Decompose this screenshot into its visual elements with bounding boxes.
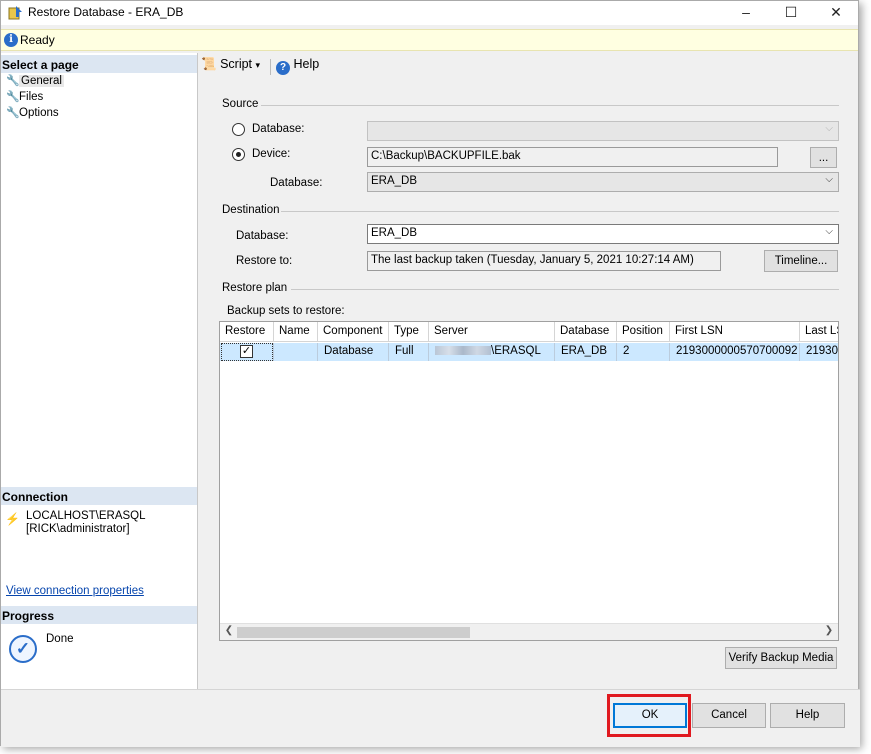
- page-item-options[interactable]: 🔧Options: [6, 106, 59, 122]
- column-header-database[interactable]: Database: [555, 322, 617, 342]
- status-text: Ready: [20, 33, 55, 47]
- column-header-restore[interactable]: Restore: [220, 322, 274, 342]
- divider: [261, 105, 839, 106]
- status-bar: i Ready: [1, 29, 858, 51]
- restore-checkbox[interactable]: ✓: [240, 345, 253, 358]
- backup-sets-grid[interactable]: Restore Name Component Type Server Datab…: [219, 321, 839, 641]
- left-pane: Select a page 🔧General 🔧Files 🔧Options C…: [1, 53, 198, 689]
- title-bar: Restore Database - ERA_DB – ☐ ✕: [1, 1, 858, 25]
- select-page-header: Select a page: [1, 55, 197, 73]
- device-radio[interactable]: [232, 148, 245, 161]
- source-database-dropdown-value: ERA_DB: [371, 175, 418, 187]
- wrench-icon: 🔧: [6, 107, 20, 119]
- chevron-down-icon: ⌵: [825, 174, 833, 185]
- help-toolbar-button[interactable]: ? Help: [276, 57, 319, 75]
- wrench-icon: 🔧: [6, 75, 20, 87]
- database-restore-icon: [8, 6, 22, 20]
- connection-server: LOCALHOST\ERASQL: [26, 510, 146, 522]
- device-path-field[interactable]: C:\Backup\BACKUPFILE.bak: [367, 147, 778, 167]
- chevron-down-icon: ⌵: [825, 123, 833, 134]
- cancel-button[interactable]: Cancel: [692, 703, 766, 728]
- script-button[interactable]: 📜 Script ▾: [201, 57, 260, 72]
- column-header-component[interactable]: Component: [318, 322, 389, 342]
- maximize-button[interactable]: ☐: [768, 1, 814, 25]
- source-database-dropdown[interactable]: ERA_DB ⌵: [367, 172, 839, 192]
- restore-database-window: Restore Database - ERA_DB – ☐ ✕ i Ready …: [0, 0, 860, 747]
- column-header-server[interactable]: Server: [429, 322, 555, 342]
- ok-highlight-box: [607, 694, 691, 737]
- help-label: Help: [293, 57, 320, 71]
- component-cell: Database: [318, 343, 389, 361]
- column-header-name[interactable]: Name: [274, 322, 318, 342]
- source-database-select[interactable]: ⌵: [367, 121, 839, 141]
- page-item-files[interactable]: 🔧Files: [6, 90, 43, 106]
- help-icon: ?: [276, 61, 290, 75]
- help-button[interactable]: Help: [770, 703, 845, 728]
- page-item-label: Options: [19, 107, 59, 119]
- connection-header: Connection: [1, 487, 197, 505]
- table-row[interactable]: ✓ Database Full \ERASQL ERA_DB 2 2193000…: [220, 343, 838, 361]
- toolbar-separator: [270, 59, 271, 75]
- server-cell-text: \ERASQL: [491, 345, 541, 357]
- script-icon: 📜: [201, 57, 217, 71]
- destination-group-label: Destination: [222, 204, 280, 216]
- last-lsn-cell: 2193000000570700092: [806, 345, 838, 357]
- window-title: Restore Database - ERA_DB: [28, 5, 184, 19]
- scroll-left-icon[interactable]: ❮: [222, 625, 236, 636]
- destination-database-label: Database:: [236, 230, 289, 242]
- scroll-right-icon[interactable]: ❯: [822, 625, 836, 636]
- progress-header: Progress: [1, 606, 197, 624]
- minimize-button[interactable]: –: [723, 1, 769, 25]
- device-radio-label: Device:: [252, 148, 291, 160]
- close-button[interactable]: ✕: [813, 1, 859, 25]
- destination-database-dropdown[interactable]: ERA_DB ⌵: [367, 224, 839, 244]
- column-header-first-lsn[interactable]: First LSN: [670, 322, 800, 342]
- restore-plan-group-label: Restore plan: [222, 282, 288, 294]
- wrench-icon: 🔧: [6, 91, 20, 103]
- view-connection-properties-link[interactable]: View connection properties: [6, 585, 144, 597]
- horizontal-scrollbar[interactable]: ❮ ❯: [220, 623, 838, 640]
- browse-button[interactable]: ...: [810, 147, 837, 168]
- restore-to-label: Restore to:: [236, 255, 293, 267]
- source-database-label: Database:: [270, 177, 323, 189]
- column-header-position[interactable]: Position: [617, 322, 670, 342]
- column-header-type[interactable]: Type: [389, 322, 429, 342]
- redacted-server-name: [435, 346, 491, 355]
- page-item-general[interactable]: 🔧General: [6, 74, 64, 90]
- page-item-label: General: [19, 75, 64, 87]
- checkmark-icon: ✓: [9, 635, 37, 663]
- name-cell: [274, 343, 318, 361]
- divider: [281, 211, 839, 212]
- type-cell: Full: [389, 343, 429, 361]
- chevron-down-icon: ▾: [255, 60, 261, 70]
- verify-backup-media-button[interactable]: Verify Backup Media: [725, 647, 837, 669]
- source-group-label: Source: [222, 98, 259, 110]
- restore-to-field[interactable]: The last backup taken (Tuesday, January …: [367, 251, 721, 271]
- connection-user: [RICK\administrator]: [26, 523, 130, 535]
- timeline-button[interactable]: Timeline...: [764, 250, 838, 272]
- first-lsn-cell: 2193000000570700092: [670, 343, 800, 361]
- scrollbar-thumb[interactable]: [237, 627, 470, 638]
- position-cell: 2: [617, 343, 670, 361]
- server-cell: \ERASQL: [429, 343, 555, 361]
- chevron-down-icon: ⌵: [825, 226, 833, 237]
- backup-sets-label: Backup sets to restore:: [227, 305, 345, 317]
- database-radio-label: Database:: [252, 123, 305, 135]
- divider: [291, 289, 839, 290]
- database-cell: ERA_DB: [555, 343, 617, 361]
- restore-cell[interactable]: ✓: [220, 343, 274, 361]
- page-item-label: Files: [19, 91, 44, 103]
- column-header-last-lsn[interactable]: Last LSN: [800, 322, 838, 342]
- script-label: Script: [220, 57, 253, 71]
- progress-status: Done: [46, 633, 74, 645]
- destination-database-value: ERA_DB: [371, 227, 418, 239]
- database-radio[interactable]: [232, 123, 245, 136]
- info-icon: i: [4, 33, 18, 47]
- connection-icon: ⚡: [5, 512, 20, 526]
